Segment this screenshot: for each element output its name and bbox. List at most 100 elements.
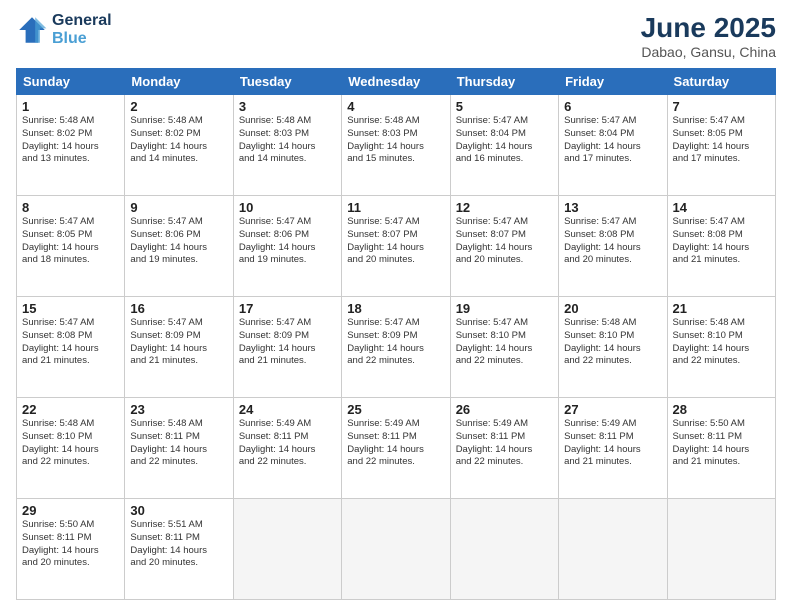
day-info: Sunrise: 5:48 AMSunset: 8:03 PMDaylight:… — [239, 115, 336, 166]
header-friday: Friday — [559, 69, 667, 95]
day-info: Sunrise: 5:48 AMSunset: 8:10 PMDaylight:… — [564, 317, 661, 368]
calendar-day-cell: 17Sunrise: 5:47 AMSunset: 8:09 PMDayligh… — [233, 297, 341, 398]
day-number: 9 — [130, 200, 227, 215]
calendar-day-cell: 13Sunrise: 5:47 AMSunset: 8:08 PMDayligh… — [559, 196, 667, 297]
day-info: Sunrise: 5:50 AMSunset: 8:11 PMDaylight:… — [22, 519, 119, 570]
weekday-header-row: Sunday Monday Tuesday Wednesday Thursday… — [17, 69, 776, 95]
logo-icon — [16, 14, 48, 46]
day-number: 26 — [456, 402, 553, 417]
day-info: Sunrise: 5:48 AMSunset: 8:02 PMDaylight:… — [22, 115, 119, 166]
calendar-day-cell: 2Sunrise: 5:48 AMSunset: 8:02 PMDaylight… — [125, 95, 233, 196]
calendar-day-cell — [233, 499, 341, 600]
day-info: Sunrise: 5:49 AMSunset: 8:11 PMDaylight:… — [347, 418, 444, 469]
day-number: 19 — [456, 301, 553, 316]
day-number: 25 — [347, 402, 444, 417]
day-info: Sunrise: 5:49 AMSunset: 8:11 PMDaylight:… — [239, 418, 336, 469]
header: General Blue June 2025 Dabao, Gansu, Chi… — [16, 12, 776, 60]
day-info: Sunrise: 5:49 AMSunset: 8:11 PMDaylight:… — [456, 418, 553, 469]
calendar-day-cell: 28Sunrise: 5:50 AMSunset: 8:11 PMDayligh… — [667, 398, 775, 499]
calendar-day-cell: 30Sunrise: 5:51 AMSunset: 8:11 PMDayligh… — [125, 499, 233, 600]
calendar-day-cell: 7Sunrise: 5:47 AMSunset: 8:05 PMDaylight… — [667, 95, 775, 196]
day-number: 14 — [673, 200, 770, 215]
day-number: 16 — [130, 301, 227, 316]
day-number: 7 — [673, 99, 770, 114]
day-info: Sunrise: 5:47 AMSunset: 8:04 PMDaylight:… — [564, 115, 661, 166]
header-tuesday: Tuesday — [233, 69, 341, 95]
day-number: 27 — [564, 402, 661, 417]
calendar-week-row: 22Sunrise: 5:48 AMSunset: 8:10 PMDayligh… — [17, 398, 776, 499]
calendar-day-cell: 1Sunrise: 5:48 AMSunset: 8:02 PMDaylight… — [17, 95, 125, 196]
calendar-day-cell: 6Sunrise: 5:47 AMSunset: 8:04 PMDaylight… — [559, 95, 667, 196]
day-info: Sunrise: 5:50 AMSunset: 8:11 PMDaylight:… — [673, 418, 770, 469]
day-info: Sunrise: 5:47 AMSunset: 8:07 PMDaylight:… — [456, 216, 553, 267]
day-info: Sunrise: 5:48 AMSunset: 8:03 PMDaylight:… — [347, 115, 444, 166]
calendar-day-cell: 10Sunrise: 5:47 AMSunset: 8:06 PMDayligh… — [233, 196, 341, 297]
calendar-page: General Blue June 2025 Dabao, Gansu, Chi… — [0, 0, 792, 612]
day-info: Sunrise: 5:47 AMSunset: 8:08 PMDaylight:… — [673, 216, 770, 267]
day-info: Sunrise: 5:51 AMSunset: 8:11 PMDaylight:… — [130, 519, 227, 570]
header-thursday: Thursday — [450, 69, 558, 95]
day-info: Sunrise: 5:47 AMSunset: 8:10 PMDaylight:… — [456, 317, 553, 368]
calendar-title: June 2025 — [641, 12, 776, 44]
calendar-day-cell: 11Sunrise: 5:47 AMSunset: 8:07 PMDayligh… — [342, 196, 450, 297]
logo-line2: Blue — [52, 30, 87, 47]
day-number: 13 — [564, 200, 661, 215]
calendar-day-cell: 22Sunrise: 5:48 AMSunset: 8:10 PMDayligh… — [17, 398, 125, 499]
calendar-day-cell: 18Sunrise: 5:47 AMSunset: 8:09 PMDayligh… — [342, 297, 450, 398]
calendar-day-cell: 26Sunrise: 5:49 AMSunset: 8:11 PMDayligh… — [450, 398, 558, 499]
calendar-week-row: 8Sunrise: 5:47 AMSunset: 8:05 PMDaylight… — [17, 196, 776, 297]
day-number: 30 — [130, 503, 227, 518]
calendar-week-row: 1Sunrise: 5:48 AMSunset: 8:02 PMDaylight… — [17, 95, 776, 196]
day-info: Sunrise: 5:47 AMSunset: 8:04 PMDaylight:… — [456, 115, 553, 166]
calendar-week-row: 15Sunrise: 5:47 AMSunset: 8:08 PMDayligh… — [17, 297, 776, 398]
day-number: 3 — [239, 99, 336, 114]
day-number: 2 — [130, 99, 227, 114]
calendar-day-cell: 29Sunrise: 5:50 AMSunset: 8:11 PMDayligh… — [17, 499, 125, 600]
calendar-day-cell: 24Sunrise: 5:49 AMSunset: 8:11 PMDayligh… — [233, 398, 341, 499]
day-info: Sunrise: 5:47 AMSunset: 8:05 PMDaylight:… — [22, 216, 119, 267]
day-number: 12 — [456, 200, 553, 215]
calendar-body: 1Sunrise: 5:48 AMSunset: 8:02 PMDaylight… — [17, 95, 776, 600]
day-number: 29 — [22, 503, 119, 518]
header-sunday: Sunday — [17, 69, 125, 95]
day-info: Sunrise: 5:47 AMSunset: 8:09 PMDaylight:… — [130, 317, 227, 368]
calendar-subtitle: Dabao, Gansu, China — [641, 44, 776, 60]
day-info: Sunrise: 5:47 AMSunset: 8:09 PMDaylight:… — [239, 317, 336, 368]
calendar-table: Sunday Monday Tuesday Wednesday Thursday… — [16, 68, 776, 600]
calendar-day-cell: 25Sunrise: 5:49 AMSunset: 8:11 PMDayligh… — [342, 398, 450, 499]
day-info: Sunrise: 5:47 AMSunset: 8:06 PMDaylight:… — [130, 216, 227, 267]
day-info: Sunrise: 5:47 AMSunset: 8:09 PMDaylight:… — [347, 317, 444, 368]
day-number: 20 — [564, 301, 661, 316]
day-number: 23 — [130, 402, 227, 417]
day-number: 15 — [22, 301, 119, 316]
calendar-day-cell: 20Sunrise: 5:48 AMSunset: 8:10 PMDayligh… — [559, 297, 667, 398]
title-block: June 2025 Dabao, Gansu, China — [641, 12, 776, 60]
day-number: 1 — [22, 99, 119, 114]
logo-text: General Blue — [52, 12, 112, 47]
header-wednesday: Wednesday — [342, 69, 450, 95]
day-number: 21 — [673, 301, 770, 316]
calendar-day-cell — [667, 499, 775, 600]
header-monday: Monday — [125, 69, 233, 95]
day-info: Sunrise: 5:47 AMSunset: 8:07 PMDaylight:… — [347, 216, 444, 267]
logo-line1: General — [52, 12, 112, 30]
calendar-day-cell: 4Sunrise: 5:48 AMSunset: 8:03 PMDaylight… — [342, 95, 450, 196]
day-info: Sunrise: 5:48 AMSunset: 8:10 PMDaylight:… — [673, 317, 770, 368]
calendar-day-cell: 3Sunrise: 5:48 AMSunset: 8:03 PMDaylight… — [233, 95, 341, 196]
day-info: Sunrise: 5:47 AMSunset: 8:06 PMDaylight:… — [239, 216, 336, 267]
calendar-day-cell: 9Sunrise: 5:47 AMSunset: 8:06 PMDaylight… — [125, 196, 233, 297]
day-number: 18 — [347, 301, 444, 316]
day-info: Sunrise: 5:47 AMSunset: 8:08 PMDaylight:… — [22, 317, 119, 368]
day-info: Sunrise: 5:48 AMSunset: 8:10 PMDaylight:… — [22, 418, 119, 469]
day-info: Sunrise: 5:48 AMSunset: 8:11 PMDaylight:… — [130, 418, 227, 469]
day-info: Sunrise: 5:49 AMSunset: 8:11 PMDaylight:… — [564, 418, 661, 469]
calendar-day-cell: 19Sunrise: 5:47 AMSunset: 8:10 PMDayligh… — [450, 297, 558, 398]
calendar-day-cell: 8Sunrise: 5:47 AMSunset: 8:05 PMDaylight… — [17, 196, 125, 297]
calendar-day-cell: 14Sunrise: 5:47 AMSunset: 8:08 PMDayligh… — [667, 196, 775, 297]
day-info: Sunrise: 5:47 AMSunset: 8:08 PMDaylight:… — [564, 216, 661, 267]
day-number: 4 — [347, 99, 444, 114]
calendar-day-cell — [342, 499, 450, 600]
day-number: 5 — [456, 99, 553, 114]
calendar-day-cell: 12Sunrise: 5:47 AMSunset: 8:07 PMDayligh… — [450, 196, 558, 297]
day-number: 17 — [239, 301, 336, 316]
